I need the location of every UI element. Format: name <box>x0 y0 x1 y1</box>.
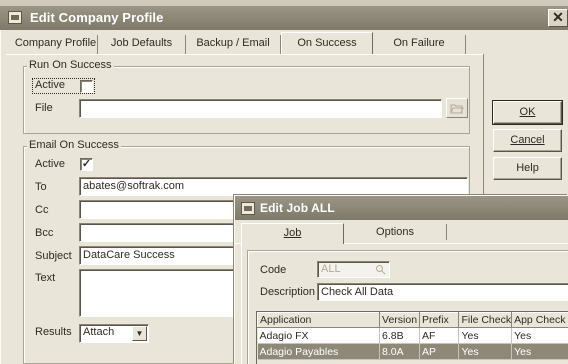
code-value: ALL <box>321 263 341 275</box>
to-input[interactable]: abates@softrak.com <box>79 177 468 196</box>
browse-button[interactable] <box>446 98 468 118</box>
cell-application: Adagio Payables <box>257 343 381 360</box>
col-file-check[interactable]: File Check <box>458 312 513 328</box>
cancel-button[interactable]: Cancel <box>493 129 562 152</box>
results-select[interactable]: Attach ▼ <box>79 324 149 343</box>
subject-label: Subject <box>35 250 72 262</box>
cell-version: 8.0A <box>379 343 420 360</box>
cell-prefix: AP <box>419 343 460 360</box>
table-row-selected[interactable]: Adagio Payables 8.0A AP Yes Yes <box>257 343 568 360</box>
code-input: ALL <box>317 261 390 278</box>
tab-baseline <box>6 54 483 55</box>
tab-label: On Failure <box>393 37 445 49</box>
applications-table: Application Version Prefix File Check Ap… <box>257 312 568 360</box>
col-application[interactable]: Application <box>257 312 381 328</box>
help-button[interactable]: Help <box>493 157 562 180</box>
tab-label: Backup / Email <box>196 37 270 49</box>
results-label: Results <box>35 326 72 338</box>
col-app-check[interactable]: App Check <box>511 312 568 328</box>
table-row[interactable]: Adagio FX 6.8B AF Yes Yes <box>257 327 568 344</box>
run-active-checkbox[interactable] <box>80 80 93 93</box>
app-icon <box>8 11 22 24</box>
chevron-down-icon[interactable]: ▼ <box>132 326 147 341</box>
col-prefix[interactable]: Prefix <box>418 312 460 328</box>
description-input[interactable]: Check All Data <box>317 283 568 301</box>
job-title: Edit Job ALL <box>260 201 335 215</box>
edit-job-dialog: Edit Job ALL Job Options Code ALL Descri… <box>234 195 568 364</box>
tab-company-profile[interactable]: Company Profile <box>14 35 98 54</box>
cell-file-check: Yes <box>458 327 513 344</box>
main-title: Edit Company Profile <box>30 10 164 25</box>
search-icon <box>376 265 386 275</box>
ok-label: OK <box>519 106 536 118</box>
file-label: File <box>35 102 53 114</box>
cell-app-check: Yes <box>511 327 568 344</box>
tab-label: Job <box>283 227 302 239</box>
cancel-label: Cancel <box>510 134 545 146</box>
job-title-bar[interactable]: Edit Job ALL <box>235 196 568 220</box>
cc-label: Cc <box>35 204 49 216</box>
file-input[interactable] <box>79 99 442 118</box>
tab-label: Options <box>376 226 414 238</box>
close-button[interactable]: ✕ <box>548 9 568 27</box>
code-label: Code <box>260 264 287 276</box>
grid-header-row: Application Version Prefix File Check Ap… <box>257 312 568 328</box>
applications-grid[interactable]: Application Version Prefix File Check Ap… <box>256 311 568 364</box>
results-value: Attach <box>83 326 115 338</box>
cell-file-check: Yes <box>458 343 513 360</box>
help-label: Help <box>516 162 539 174</box>
email-active-label: Active <box>35 158 65 170</box>
bcc-label: Bcc <box>35 227 54 239</box>
tab-on-success[interactable]: On Success <box>281 32 373 54</box>
tab-job[interactable]: Job <box>241 223 344 244</box>
description-label: Description <box>260 286 316 298</box>
tab-label: Company Profile <box>14 37 97 49</box>
main-title-bar[interactable]: Edit Company Profile ✕ <box>0 6 568 30</box>
cell-version: 6.8B <box>379 327 420 344</box>
col-version[interactable]: Version <box>379 312 420 328</box>
tab-label: Job Defaults <box>110 37 173 49</box>
tab-separator <box>446 224 447 240</box>
cell-application: Adagio FX <box>257 327 381 344</box>
email-active-checkbox[interactable]: ✓ <box>80 158 93 171</box>
tab-on-failure[interactable]: On Failure <box>373 35 466 54</box>
run-on-success-label: Run On Success <box>27 59 114 71</box>
checkmark-icon: ✓ <box>81 158 92 170</box>
close-icon: ✕ <box>552 9 564 25</box>
to-label: To <box>35 181 47 193</box>
tab-label: On Success <box>297 37 357 49</box>
email-on-success-label: Email On Success <box>27 139 121 151</box>
ok-button[interactable]: OK <box>492 100 563 125</box>
tab-options[interactable]: Options <box>344 223 446 244</box>
app-icon <box>241 202 255 215</box>
tab-job-defaults[interactable]: Job Defaults <box>98 35 186 54</box>
tab-backup-email[interactable]: Backup / Email <box>186 35 281 54</box>
cell-app-check: Yes <box>511 343 568 360</box>
text-label: Text <box>35 272 56 284</box>
folder-open-icon <box>450 104 464 114</box>
cell-prefix: AF <box>419 327 460 344</box>
run-active-label: Active <box>35 79 65 91</box>
